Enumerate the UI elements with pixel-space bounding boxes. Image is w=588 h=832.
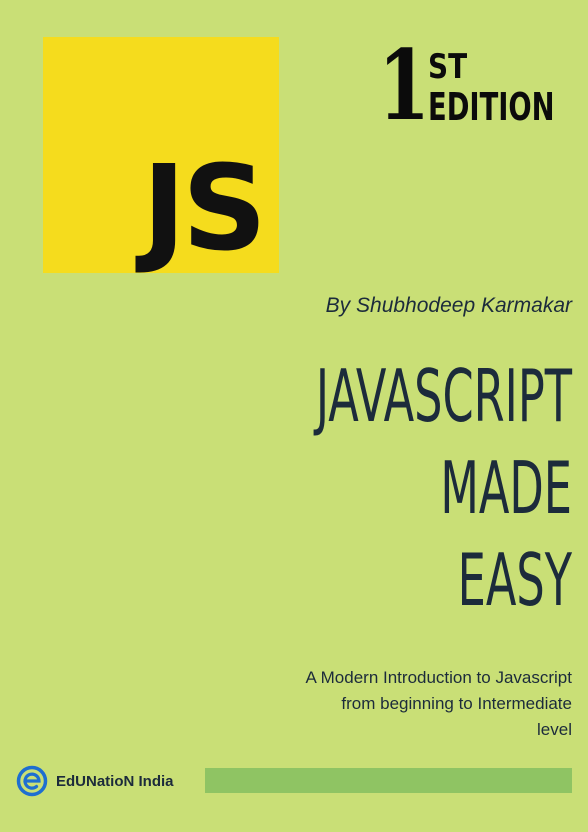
- js-logo-text: JS: [142, 139, 267, 277]
- subtitle-line-2: from beginning to Intermediate: [341, 694, 572, 713]
- edition-number: 1: [378, 29, 431, 142]
- publisher-name: EdUNatioN India: [56, 772, 174, 790]
- title-line-3: EASY: [457, 538, 572, 622]
- subtitle-line-3: level: [537, 720, 572, 739]
- book-title: JAVASCRIPT MADE EASY: [132, 350, 572, 626]
- edition-word: EDITION: [428, 85, 555, 129]
- edition-badge: 1 ST EDITION: [378, 38, 578, 134]
- publisher: EdUNatioN India: [16, 765, 174, 797]
- subtitle-line-1: A Modern Introduction to Javascript: [305, 668, 572, 687]
- title-line-1: JAVASCRIPT: [315, 354, 572, 438]
- book-subtitle: A Modern Introduction to Javascript from…: [212, 665, 572, 743]
- js-logo: JS: [43, 37, 279, 273]
- title-line-2: MADE: [440, 446, 572, 530]
- publisher-bar: [205, 768, 572, 793]
- edition-suffix: ST: [428, 47, 468, 87]
- author-name: By Shubhodeep Karmakar: [325, 294, 572, 317]
- e-logo-icon: [16, 765, 48, 797]
